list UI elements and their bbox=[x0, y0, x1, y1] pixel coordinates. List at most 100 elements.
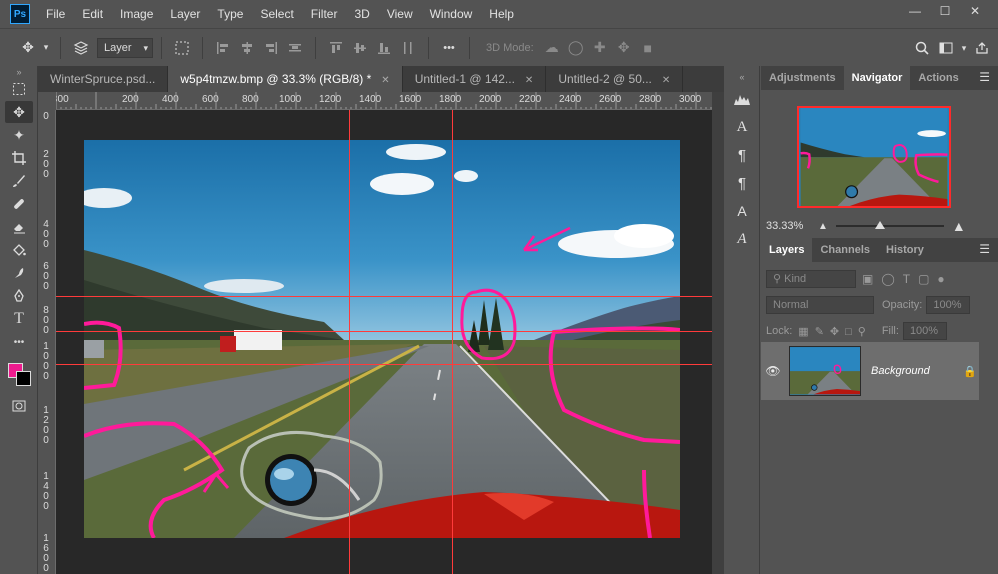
menu-file[interactable]: File bbox=[38, 0, 74, 28]
panel-menu-icon[interactable]: ☰ bbox=[979, 70, 990, 84]
distribute-icon[interactable] bbox=[283, 36, 307, 60]
chevron-down-icon[interactable]: ▾ bbox=[958, 36, 970, 60]
more-options-icon[interactable]: ••• bbox=[437, 36, 461, 60]
orbit-3d-icon[interactable]: ☁ bbox=[540, 36, 564, 60]
tab-adjustments[interactable]: Adjustments bbox=[761, 66, 844, 90]
layer-row-background[interactable]: 👁 Background 🔒 bbox=[761, 342, 979, 400]
menu-help[interactable]: Help bbox=[481, 0, 523, 28]
tab-navigator[interactable]: Navigator bbox=[843, 66, 911, 90]
minimize-button[interactable]: — bbox=[900, 4, 930, 18]
collapse-dock-icon[interactable]: « bbox=[731, 72, 753, 82]
vertical-guide[interactable] bbox=[349, 110, 350, 574]
search-icon[interactable] bbox=[910, 36, 934, 60]
align-middle-icon[interactable] bbox=[348, 36, 372, 60]
blend-mode-select[interactable]: Normal bbox=[766, 296, 874, 314]
tab-channels[interactable]: Channels bbox=[812, 238, 878, 262]
drag-3d-icon[interactable]: ✚ bbox=[588, 36, 612, 60]
lock-options-icons[interactable]: ▦✎✥□⚲ bbox=[798, 325, 872, 338]
ruler-corner[interactable] bbox=[38, 92, 56, 110]
menu-filter[interactable]: Filter bbox=[303, 0, 347, 28]
paragraph-styles-icon[interactable]: ¶ bbox=[731, 172, 753, 194]
vertical-guide[interactable] bbox=[452, 110, 453, 574]
auto-select-icon[interactable] bbox=[69, 36, 93, 60]
auto-select-dropdown[interactable]: Layer bbox=[97, 37, 153, 58]
zoom-out-icon[interactable]: ▲ bbox=[818, 221, 828, 232]
scale-3d-icon[interactable]: ■ bbox=[636, 36, 660, 60]
align-left-icon[interactable] bbox=[211, 36, 235, 60]
glyphs-icon[interactable]: A bbox=[731, 228, 753, 250]
slide-3d-icon[interactable]: ✥ bbox=[612, 36, 636, 60]
roll-3d-icon[interactable]: ◯ bbox=[564, 36, 588, 60]
tab-untitled-1[interactable]: Untitled-1 @ 142... ✕ bbox=[403, 66, 547, 92]
zoom-slider[interactable] bbox=[835, 221, 944, 229]
paragraph-icon[interactable]: ¶ bbox=[731, 144, 753, 166]
color-swatches[interactable] bbox=[4, 359, 34, 389]
menu-window[interactable]: Window bbox=[422, 0, 482, 28]
healing-brush-tool-icon[interactable] bbox=[5, 193, 33, 215]
vertical-ruler[interactable]: 0 2 0 0 4 0 0 6 0 0 8 0 0 1 0 0 0 1 2 0 … bbox=[38, 110, 56, 574]
fill-field[interactable]: 100% bbox=[902, 322, 947, 340]
align-right-icon[interactable] bbox=[259, 36, 283, 60]
smudge-tool-icon[interactable] bbox=[5, 262, 33, 284]
close-tab-icon[interactable]: ✕ bbox=[525, 75, 533, 86]
align-bottom-icon[interactable] bbox=[372, 36, 396, 60]
horizontal-guide[interactable] bbox=[56, 296, 712, 297]
brush-tool-icon[interactable] bbox=[5, 170, 33, 192]
character-icon[interactable]: A bbox=[731, 116, 753, 138]
distribute-vertical-icon[interactable] bbox=[396, 36, 420, 60]
marquee-tool-icon[interactable] bbox=[5, 78, 33, 100]
menu-3d[interactable]: 3D bbox=[346, 0, 378, 28]
layer-name[interactable]: Background bbox=[871, 365, 951, 377]
workspace-icon[interactable] bbox=[934, 36, 958, 60]
pen-tool-icon[interactable] bbox=[5, 285, 33, 307]
character-styles-icon[interactable]: A bbox=[731, 200, 753, 222]
zoom-in-icon[interactable]: ▲ bbox=[952, 218, 966, 234]
close-tab-icon[interactable]: ✕ bbox=[381, 75, 389, 86]
tab-w5p4tmzw[interactable]: w5p4tmzw.bmp @ 33.3% (RGB/8) * ✕ bbox=[168, 66, 403, 92]
opacity-field[interactable]: 100% bbox=[926, 296, 971, 314]
type-tool-icon[interactable]: T bbox=[5, 308, 33, 330]
close-tab-icon[interactable]: ✕ bbox=[662, 75, 670, 86]
close-window-button[interactable]: ✕ bbox=[960, 4, 990, 18]
align-top-icon[interactable] bbox=[324, 36, 348, 60]
menu-edit[interactable]: Edit bbox=[74, 0, 112, 28]
navigator-preview[interactable] bbox=[797, 106, 951, 208]
paint-bucket-tool-icon[interactable] bbox=[5, 239, 33, 261]
quick-mask-icon[interactable] bbox=[5, 395, 33, 417]
horizontal-guide[interactable] bbox=[56, 331, 712, 332]
visibility-eye-icon[interactable]: 👁 bbox=[761, 364, 785, 378]
vertical-scrollbar[interactable] bbox=[712, 92, 724, 574]
move-tool-icon[interactable]: ✥ bbox=[5, 101, 33, 123]
tab-actions[interactable]: Actions bbox=[910, 66, 966, 90]
chevron-down-icon[interactable]: ▾ bbox=[40, 36, 52, 60]
tab-layers[interactable]: Layers bbox=[761, 238, 813, 262]
move-tool-icon[interactable]: ✥ bbox=[16, 36, 40, 60]
more-tools-icon[interactable]: ••• bbox=[5, 331, 33, 353]
background-color-swatch[interactable] bbox=[16, 371, 31, 386]
crop-tool-icon[interactable] bbox=[5, 147, 33, 169]
menu-view[interactable]: View bbox=[379, 0, 422, 28]
eraser-tool-icon[interactable] bbox=[5, 216, 33, 238]
transform-controls-icon[interactable] bbox=[170, 36, 194, 60]
tab-winterspruce[interactable]: WinterSpruce.psd... bbox=[38, 66, 169, 92]
zoom-slider-knob[interactable] bbox=[875, 221, 886, 229]
document-canvas[interactable] bbox=[56, 110, 712, 574]
horizontal-ruler[interactable]: 300 200 400 600 800 1000 1200 1400 1600 … bbox=[56, 92, 712, 110]
tab-history[interactable]: History bbox=[878, 238, 932, 262]
panel-menu-icon[interactable]: ☰ bbox=[979, 242, 990, 256]
magic-wand-tool-icon[interactable]: ✦ bbox=[5, 124, 33, 146]
menu-select[interactable]: Select bbox=[252, 0, 302, 28]
share-icon[interactable] bbox=[970, 36, 994, 60]
layer-kind-filter[interactable]: ⚲ Kind bbox=[766, 270, 856, 288]
horizontal-guide[interactable] bbox=[56, 364, 712, 365]
menu-type[interactable]: Type bbox=[209, 0, 252, 28]
document-image[interactable] bbox=[84, 140, 680, 538]
align-center-icon[interactable] bbox=[235, 36, 259, 60]
tab-untitled-2[interactable]: Untitled-2 @ 50... ✕ bbox=[546, 66, 684, 92]
menu-layer[interactable]: Layer bbox=[162, 0, 209, 28]
collapse-toolbar-icon[interactable]: » bbox=[5, 67, 33, 77]
layer-filter-icons[interactable]: ▣◯T▢● bbox=[862, 272, 953, 286]
navigator-zoom-value[interactable]: 33.33% bbox=[766, 220, 818, 232]
menu-image[interactable]: Image bbox=[112, 0, 162, 28]
maximize-button[interactable]: ☐ bbox=[930, 4, 960, 18]
